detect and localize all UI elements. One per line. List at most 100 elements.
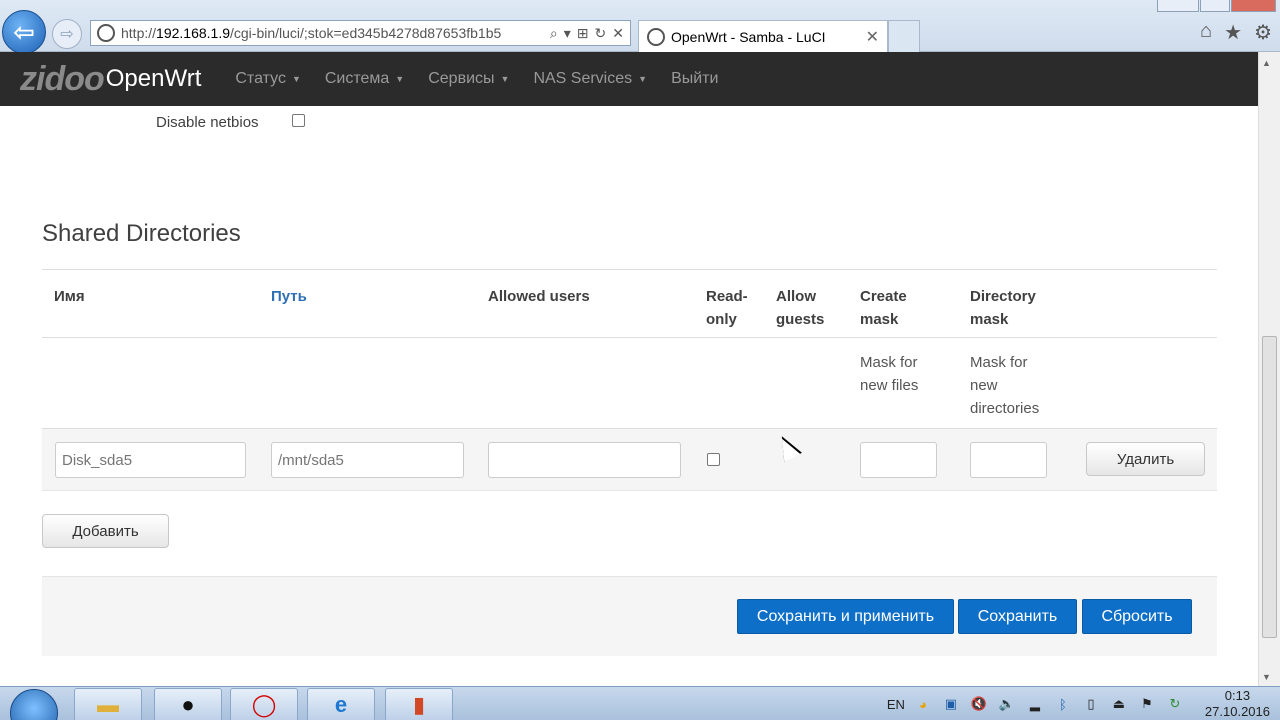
ie-taskbar-item[interactable]: e (307, 688, 375, 720)
brand-openwrt: OpenWrt (105, 65, 202, 92)
shared-directories-table: Имя Путь Allowed users Read-only Allow gu… (42, 269, 1217, 491)
disable-netbios-label: Disable netbios (156, 114, 259, 131)
site-favicon-icon (97, 24, 115, 42)
disable-netbios-checkbox[interactable] (292, 114, 305, 127)
table-header: Имя Путь Allowed users Read-only Allow gu… (42, 269, 1217, 338)
menu-status-label: Статус (235, 70, 286, 87)
tray-app-icon[interactable]: ◕ (913, 694, 933, 714)
create-mask-description: Mask for new files (860, 351, 918, 397)
brand-logo[interactable]: zidoo OpenWrt (20, 52, 201, 106)
col-allow-guests-line1: Allow (776, 288, 816, 305)
home-icon[interactable]: ⌂ (1200, 20, 1212, 45)
network-signal-icon[interactable]: ▂ (1025, 694, 1045, 714)
create-mask-desc-line1: Mask for (860, 354, 918, 371)
app-icon: ● (181, 692, 195, 717)
battery-icon[interactable]: ▯ (1081, 694, 1101, 714)
col-allow-guests: Allow guests (776, 285, 824, 331)
save-and-apply-button[interactable]: Сохранить и применить (737, 599, 954, 634)
close-window-button[interactable] (1231, 0, 1276, 12)
taskbar: ▬ ● ◯ e ▮ EN ◕ ▣ 🔇 🔈 ▂ ᛒ ▯ ⏏ ⚑ ↻ 0:13 27… (0, 686, 1280, 720)
bluetooth-icon[interactable]: ᛒ (1053, 694, 1073, 714)
share-path-input[interactable] (271, 442, 464, 478)
forward-button[interactable]: ⇨ (52, 19, 82, 49)
sync-icon[interactable]: ↻ (1165, 694, 1185, 714)
favorites-icon[interactable]: ★ (1224, 20, 1242, 45)
menu-logout[interactable]: Выйти (659, 70, 730, 88)
save-button[interactable]: Сохранить (958, 599, 1077, 634)
tab-title: OpenWrt - Samba - LuCI (671, 28, 826, 45)
settings-gear-icon[interactable]: ⚙ (1254, 20, 1272, 45)
internet-explorer-icon: e (334, 692, 348, 717)
caret-down-icon: ▼ (395, 74, 405, 84)
page-content: Disable netbios Shared Directories Имя П… (0, 106, 1258, 686)
presentation-icon: ▮ (412, 692, 426, 717)
language-indicator[interactable]: EN (887, 697, 905, 712)
stop-icon[interactable]: ✕ (612, 25, 624, 42)
tray-network-adapter-icon[interactable]: ▣ (941, 694, 961, 714)
col-dir-mask-line1: Directory (970, 288, 1036, 305)
search-icon[interactable]: ⌕ (550, 25, 558, 42)
tab-openwrt-samba[interactable]: OpenWrt - Samba - LuCI ✕ (638, 20, 888, 52)
share-name-input[interactable] (55, 442, 246, 478)
maximize-button[interactable] (1200, 0, 1230, 12)
col-path[interactable]: Путь (271, 285, 307, 308)
action-center-flag-icon[interactable]: ⚑ (1137, 694, 1157, 714)
url-host: 192.168.1.9 (156, 25, 230, 41)
col-create-mask-line2: mask (860, 311, 899, 328)
opera-taskbar-item[interactable]: ◯ (230, 688, 298, 720)
refresh-icon[interactable]: ↻ (595, 25, 607, 42)
dir-mask-desc-line3: directories (970, 400, 1040, 417)
menu-nas-services[interactable]: NAS Services ▼ (521, 70, 659, 88)
address-bar[interactable]: http://192.168.1.9/cgi-bin/luci/;stok=ed… (90, 20, 631, 46)
col-dir-mask-line2: mask (970, 311, 1009, 328)
scroll-down-icon[interactable]: ▼ (1262, 672, 1271, 682)
create-mask-input[interactable] (860, 442, 937, 478)
add-button[interactable]: Добавить (42, 514, 169, 548)
col-read-only-line2: only (706, 311, 737, 328)
app-taskbar-item[interactable]: ● (154, 688, 222, 720)
menu-system[interactable]: Система ▼ (313, 70, 416, 88)
allowed-users-input[interactable] (488, 442, 681, 478)
start-button[interactable] (10, 689, 58, 720)
url-prefix: http:// (121, 25, 157, 41)
dir-mask-desc-line1: Mask for (970, 354, 1028, 371)
speaker-muted-icon[interactable]: 🔇 (969, 694, 989, 714)
menu-services[interactable]: Сервисы ▼ (416, 70, 521, 88)
new-tab-button[interactable] (888, 20, 920, 52)
volume-icon[interactable]: 🔈 (997, 694, 1017, 714)
url-rest: /cgi-bin/luci/;stok=ed345b4278d87653fb1b… (230, 25, 502, 41)
create-mask-desc-line2: new files (860, 377, 919, 394)
tab-close-icon[interactable]: ✕ (866, 27, 879, 47)
col-allowed-users: Allowed users (488, 288, 590, 305)
description-row: Mask for new files Mask for new directories (42, 338, 1217, 429)
explorer-taskbar-item[interactable]: ▬ (74, 688, 142, 720)
tab-favicon-icon (647, 27, 665, 46)
url-text[interactable]: http://192.168.1.9/cgi-bin/luci/;stok=ed… (121, 25, 544, 41)
opera-icon: ◯ (251, 692, 277, 717)
dropdown-icon[interactable]: ▾ (564, 25, 571, 42)
form-actions-bar: Сохранить и применить Сохранить Сбросить (42, 576, 1217, 656)
caret-down-icon: ▼ (638, 74, 648, 84)
powerpoint-taskbar-item[interactable]: ▮ (385, 688, 453, 720)
reset-button[interactable]: Сбросить (1082, 599, 1192, 634)
col-read-only-line1: Read- (706, 288, 748, 305)
col-allow-guests-line2: guests (776, 311, 825, 328)
directory-mask-input[interactable] (970, 442, 1047, 478)
menu-system-label: Система (324, 70, 390, 87)
menu-status[interactable]: Статус ▼ (223, 70, 313, 88)
scroll-up-icon[interactable]: ▲ (1262, 58, 1271, 68)
compatibility-view-icon[interactable]: ⊞ (577, 25, 589, 42)
minimize-button[interactable] (1157, 0, 1199, 12)
menu-nas-services-label: NAS Services (533, 70, 633, 87)
folder-icon: ▬ (97, 692, 119, 717)
scroll-thumb[interactable] (1262, 336, 1277, 638)
luci-header: zidoo OpenWrt Статус ▼ Система ▼ Сервисы ▼ … (0, 52, 1258, 106)
back-button[interactable]: ⇦ (2, 10, 46, 54)
read-only-checkbox[interactable] (707, 453, 720, 466)
page-scrollbar[interactable]: ▲ ▼ (1258, 52, 1280, 686)
back-arrow-icon: ⇦ (13, 16, 35, 47)
usb-icon[interactable]: ⏏ (1109, 694, 1129, 714)
col-read-only: Read-only (706, 285, 748, 331)
clock[interactable]: 0:13 27.10.2016 (1205, 688, 1270, 720)
delete-button[interactable]: Удалить (1086, 442, 1205, 476)
